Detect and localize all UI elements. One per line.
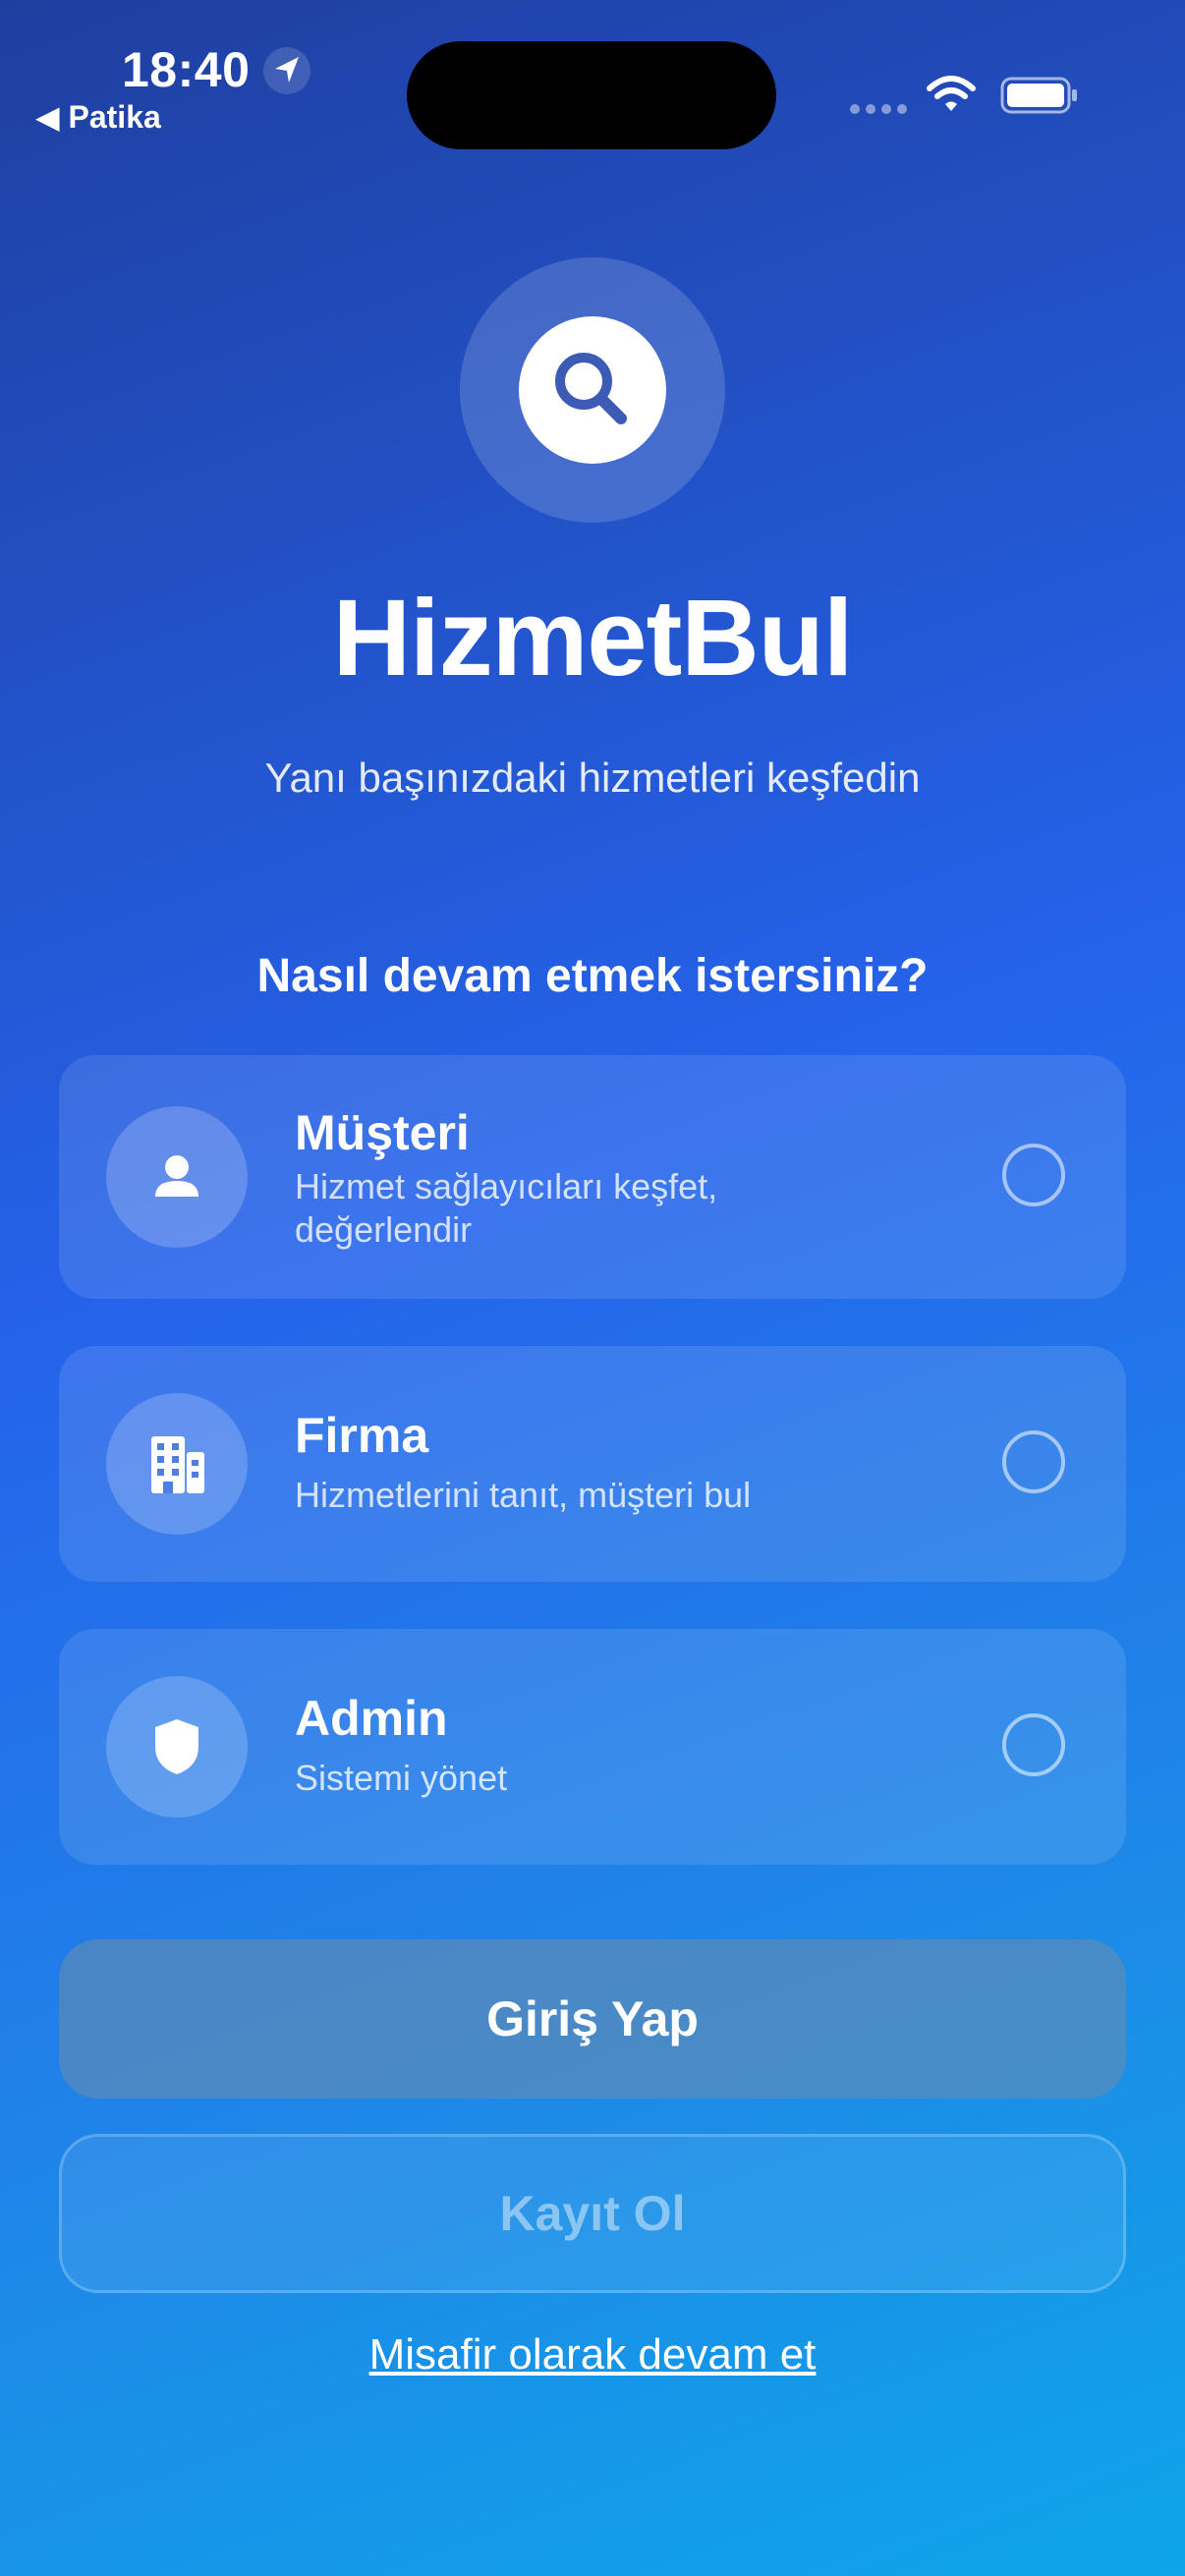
role-description: Hizmet sağlayıcıları keşfet, değerlendir [295, 1166, 718, 1250]
back-to-app-link[interactable]: ◀ Patika [35, 98, 161, 136]
app-subtitle: Yanı başınızdaki hizmetleri keşfedin [264, 755, 921, 801]
role-description: Hizmetlerini tanıt, müşteri bul [295, 1475, 752, 1515]
person-icon [106, 1106, 248, 1248]
role-option-admin[interactable]: Admin Sistemi yönet [59, 1629, 1126, 1865]
continue-as-guest-link[interactable]: Misafir olarak devam et [0, 2330, 1185, 2380]
role-radio-admin[interactable] [1002, 1713, 1065, 1776]
role-option-customer[interactable]: Müşteri Hizmet sağlayıcıları keşfet, değ… [59, 1055, 1126, 1299]
dynamic-island [407, 41, 776, 149]
app-title: HizmetBul [332, 578, 854, 699]
status-time: 18:40 [122, 42, 251, 97]
location-arrow-icon [263, 47, 310, 94]
login-button[interactable]: Giriş Yap [59, 1939, 1126, 2099]
search-icon [519, 316, 666, 464]
shield-icon [106, 1676, 248, 1818]
wifi-icon [926, 75, 977, 114]
register-button[interactable]: Kayıt Ol [59, 2134, 1126, 2293]
role-option-company[interactable]: Firma Hizmetlerini tanıt, müşteri bul [59, 1346, 1126, 1582]
battery-icon [1000, 77, 1079, 114]
role-prompt: Nasıl devam etmek istersiniz? [256, 950, 929, 1002]
role-radio-company[interactable] [1002, 1430, 1065, 1493]
role-description: Sistemi yönet [295, 1758, 508, 1798]
role-title: Admin [295, 1691, 448, 1746]
cellular-icon [849, 102, 908, 114]
building-icon [106, 1393, 248, 1535]
role-title: Firma [295, 1408, 429, 1463]
role-title: Müşteri [295, 1105, 470, 1160]
role-radio-customer[interactable] [1002, 1144, 1065, 1206]
